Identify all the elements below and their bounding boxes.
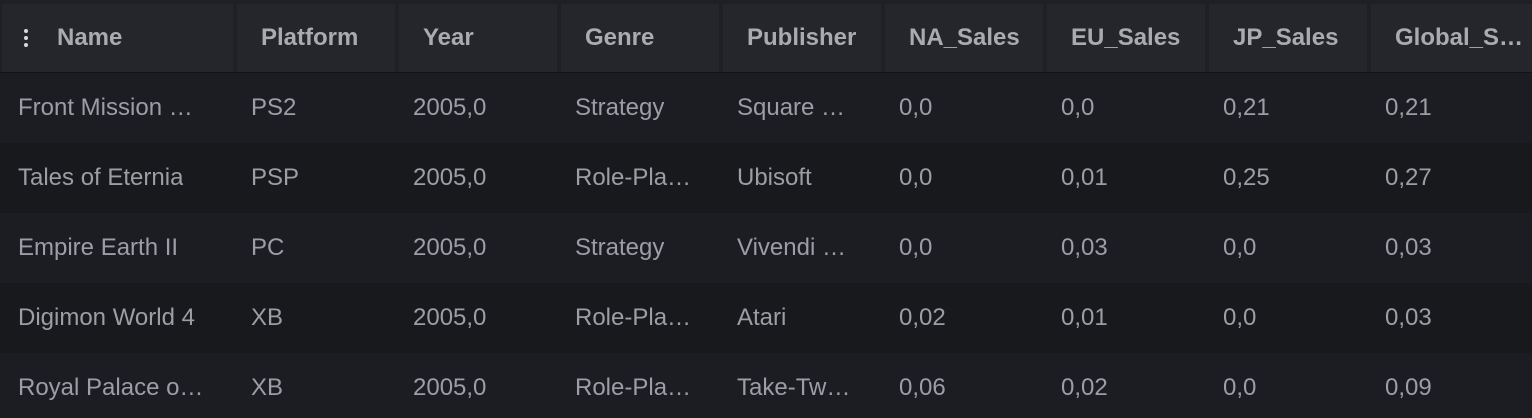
column-header-na-sales[interactable]: NA_Sales <box>885 4 1043 72</box>
cell-na-sales[interactable]: 0,0 <box>881 213 1043 283</box>
cell-eu-sales[interactable]: 0,03 <box>1043 213 1205 283</box>
cell-global-sales[interactable]: 0,03 <box>1367 213 1532 283</box>
cell-na-sales[interactable]: 0,0 <box>881 143 1043 213</box>
data-grid: Name Platform Year Genre Publisher NA_Sa… <box>0 0 1532 418</box>
cell-eu-sales[interactable]: 0,01 <box>1043 143 1205 213</box>
table-row[interactable]: Tales of Eternia PSP 2005,0 Role-Pla… Ub… <box>0 143 1532 213</box>
column-header-global-sales[interactable]: Global_S… <box>1371 4 1532 72</box>
cell-publisher[interactable]: Square … <box>719 73 881 143</box>
cell-global-sales[interactable]: 0,27 <box>1367 143 1532 213</box>
cell-year[interactable]: 2005,0 <box>395 353 557 418</box>
cell-publisher[interactable]: Vivendi … <box>719 213 881 283</box>
cell-eu-sales[interactable]: 0,01 <box>1043 283 1205 353</box>
cell-genre[interactable]: Strategy <box>557 73 719 143</box>
cell-year[interactable]: 2005,0 <box>395 73 557 143</box>
cell-platform[interactable]: XB <box>233 353 395 418</box>
cell-jp-sales[interactable]: 0,0 <box>1205 213 1367 283</box>
cell-genre[interactable]: Role-Pla… <box>557 353 719 418</box>
cell-global-sales[interactable]: 0,03 <box>1367 283 1532 353</box>
cell-name[interactable]: Digimon World 4 <box>0 283 233 353</box>
column-header-year[interactable]: Year <box>399 4 557 72</box>
cell-global-sales[interactable]: 0,09 <box>1367 353 1532 418</box>
table-row[interactable]: Royal Palace o… XB 2005,0 Role-Pla… Take… <box>0 353 1532 418</box>
cell-platform[interactable]: PC <box>233 213 395 283</box>
cell-na-sales[interactable]: 0,0 <box>881 73 1043 143</box>
cell-platform[interactable]: PS2 <box>233 73 395 143</box>
column-header-platform[interactable]: Platform <box>237 4 395 72</box>
cell-year[interactable]: 2005,0 <box>395 213 557 283</box>
table-row[interactable]: Front Mission … PS2 2005,0 Strategy Squa… <box>0 73 1532 143</box>
cell-publisher[interactable]: Take-Tw… <box>719 353 881 418</box>
table-row[interactable]: Empire Earth II PC 2005,0 Strategy Viven… <box>0 213 1532 283</box>
cell-jp-sales[interactable]: 0,21 <box>1205 73 1367 143</box>
table-row[interactable]: Digimon World 4 XB 2005,0 Role-Pla… Atar… <box>0 283 1532 353</box>
table-header: Name Platform Year Genre Publisher NA_Sa… <box>0 0 1532 73</box>
cell-name[interactable]: Royal Palace o… <box>0 353 233 418</box>
column-header-publisher[interactable]: Publisher <box>723 4 881 72</box>
column-header-genre[interactable]: Genre <box>561 4 719 72</box>
column-header-name[interactable]: Name <box>2 4 233 72</box>
cell-genre[interactable]: Role-Pla… <box>557 283 719 353</box>
cell-genre[interactable]: Role-Pla… <box>557 143 719 213</box>
cell-name[interactable]: Empire Earth II <box>0 213 233 283</box>
cell-na-sales[interactable]: 0,02 <box>881 283 1043 353</box>
cell-na-sales[interactable]: 0,06 <box>881 353 1043 418</box>
vertical-ellipsis-icon[interactable] <box>24 29 28 47</box>
cell-jp-sales[interactable]: 0,25 <box>1205 143 1367 213</box>
cell-year[interactable]: 2005,0 <box>395 283 557 353</box>
column-header-jp-sales[interactable]: JP_Sales <box>1209 4 1367 72</box>
cell-name[interactable]: Tales of Eternia <box>0 143 233 213</box>
cell-genre[interactable]: Strategy <box>557 213 719 283</box>
cell-jp-sales[interactable]: 0,0 <box>1205 353 1367 418</box>
cell-publisher[interactable]: Ubisoft <box>719 143 881 213</box>
cell-year[interactable]: 2005,0 <box>395 143 557 213</box>
cell-global-sales[interactable]: 0,21 <box>1367 73 1532 143</box>
cell-platform[interactable]: PSP <box>233 143 395 213</box>
cell-publisher[interactable]: Atari <box>719 283 881 353</box>
cell-jp-sales[interactable]: 0,0 <box>1205 283 1367 353</box>
cell-platform[interactable]: XB <box>233 283 395 353</box>
cell-name[interactable]: Front Mission … <box>0 73 233 143</box>
cell-eu-sales[interactable]: 0,02 <box>1043 353 1205 418</box>
cell-eu-sales[interactable]: 0,0 <box>1043 73 1205 143</box>
column-header-eu-sales[interactable]: EU_Sales <box>1047 4 1205 72</box>
